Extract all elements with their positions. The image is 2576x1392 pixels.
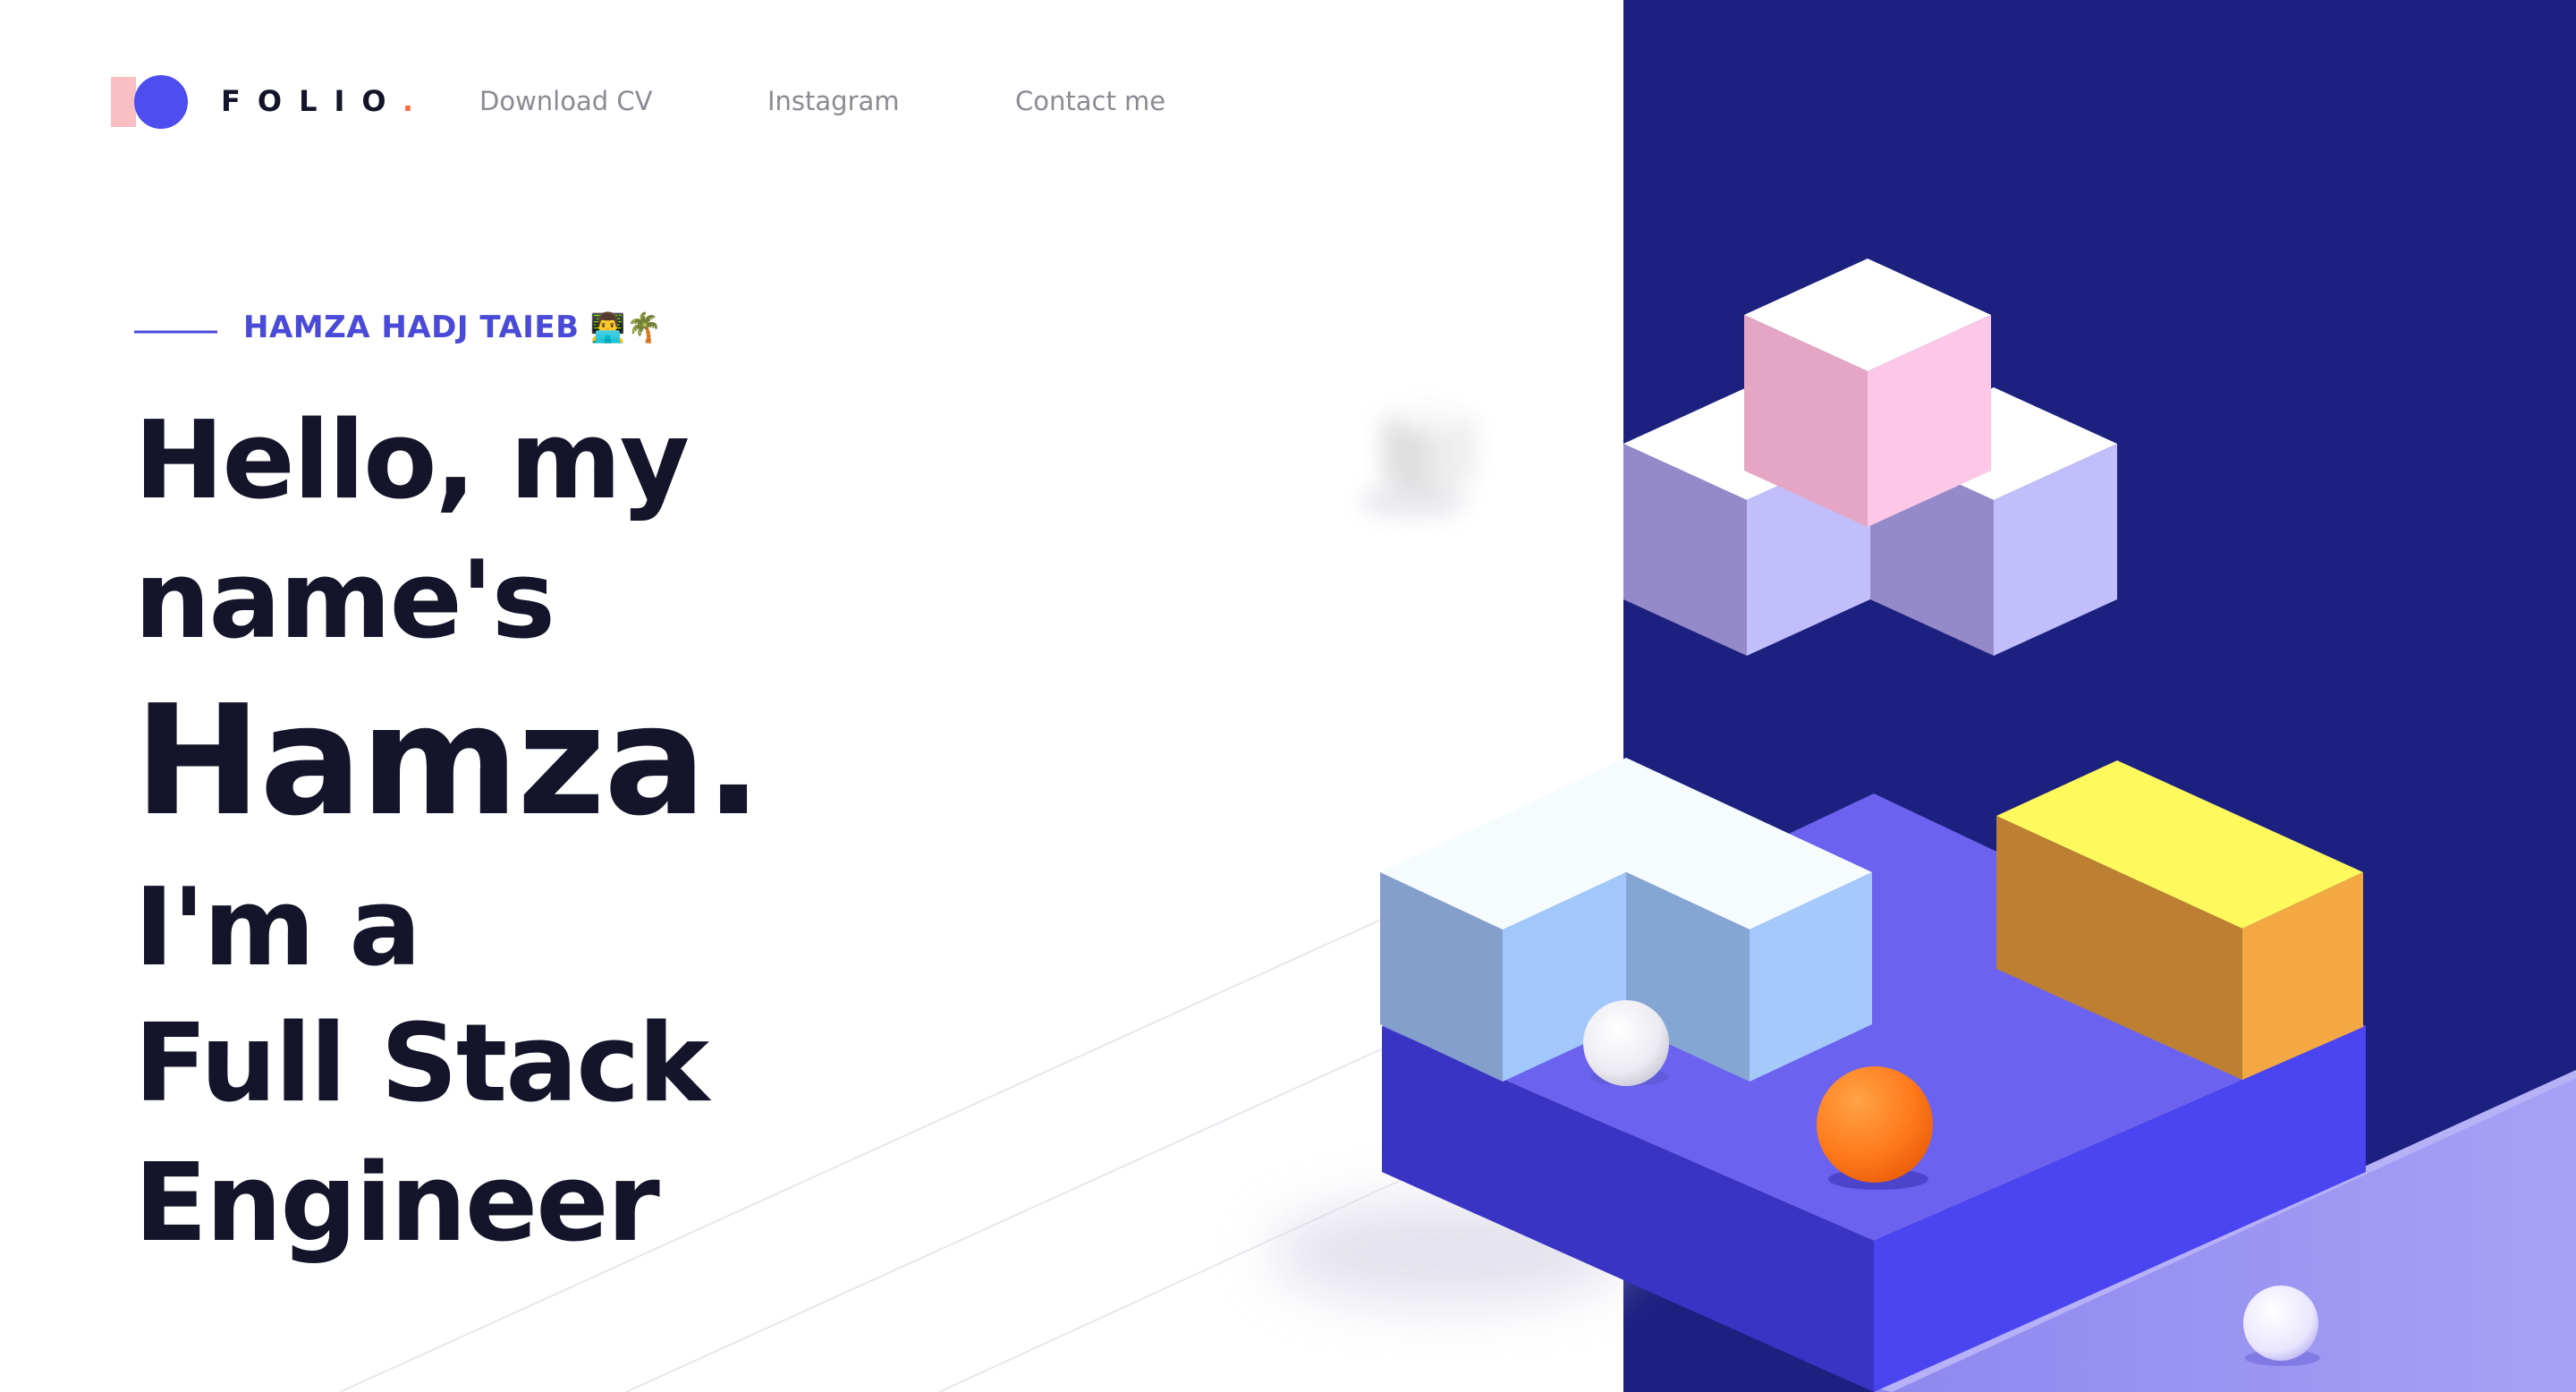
lavender-ball: [2243, 1286, 2318, 1361]
white-ball: [1583, 1000, 1669, 1086]
technologist-icon: 👨‍💻: [589, 310, 627, 344]
hero-line-5: Full Stack: [134, 1002, 709, 1126]
hero-line-4: I'm a: [134, 866, 421, 990]
palm-tree-icon: 🌴: [626, 310, 663, 344]
logo-wordmark: FOLIO: [221, 84, 402, 118]
floating-cube-blurred: [1360, 398, 1476, 517]
logo-text[interactable]: FOLIO.: [221, 84, 430, 118]
nav-instagram[interactable]: Instagram: [767, 86, 900, 116]
nav-download-cv[interactable]: Download CV: [479, 86, 652, 116]
nav-contact-me[interactable]: Contact me: [1015, 86, 1165, 116]
logo-dot: .: [402, 84, 431, 118]
hero-name: Hamza.: [134, 673, 762, 850]
hero-line-2: name's: [134, 539, 555, 663]
hero-line-6: Engineer: [134, 1142, 660, 1266]
orange-ball: [1817, 1066, 1933, 1183]
tagline: HAMZA HADJ TAIEB 👨‍💻🌴: [243, 310, 663, 345]
tagline-name: HAMZA HADJ TAIEB: [243, 310, 580, 345]
logo-mark[interactable]: [111, 75, 188, 129]
hero-line-1: Hello, my: [134, 399, 690, 523]
